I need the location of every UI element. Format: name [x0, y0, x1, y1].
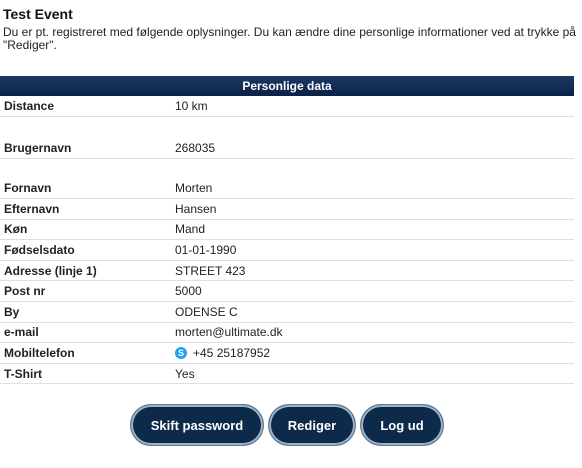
- action-buttons: Skift password Rediger Log ud: [0, 404, 574, 446]
- table-row: Brugernavn 268035: [0, 117, 574, 159]
- row-value: Mand: [175, 222, 206, 237]
- skype-icon[interactable]: S: [175, 346, 187, 359]
- row-label: Distance: [4, 99, 55, 113]
- row-label: Mobiltelefon: [4, 345, 75, 360]
- row-value: Morten: [175, 181, 213, 195]
- row-label: Fødselsdato: [4, 242, 75, 257]
- row-value: 10 km: [175, 99, 208, 113]
- table-row: e-mail morten@ultimate.dk: [0, 323, 574, 344]
- logout-button[interactable]: Log ud: [360, 404, 444, 446]
- personal-data-table: Personlige data Distance 10 km Brugernav…: [0, 76, 574, 385]
- row-value: 5000: [175, 284, 202, 299]
- table-row: Køn Mand: [0, 220, 574, 241]
- phone-number[interactable]: +45 25187952: [193, 346, 270, 360]
- table-row: Fødselsdato 01-01-1990: [0, 240, 574, 261]
- intro-text: Du er pt. registreret med følgende oplys…: [3, 25, 576, 52]
- row-label: T-Shirt: [4, 366, 42, 381]
- table-header: Personlige data: [0, 76, 574, 96]
- table-row: Post nr 5000: [0, 281, 574, 302]
- table-row: Mobiltelefon S +45 25187952: [0, 343, 574, 364]
- row-label: Post nr: [4, 284, 46, 299]
- row-label: Fornavn: [4, 181, 52, 195]
- table-row: Fornavn Morten: [0, 159, 574, 199]
- edit-button[interactable]: Rediger: [268, 404, 356, 446]
- table-row: By ODENSE C: [0, 302, 574, 323]
- page-title: Test Event: [3, 6, 73, 22]
- table-row: Adresse (linje 1) STREET 423: [0, 261, 574, 282]
- table-row: T-Shirt Yes: [0, 364, 574, 385]
- row-label: Efternavn: [4, 201, 60, 216]
- row-value: Yes: [175, 366, 195, 381]
- row-value: Hansen: [175, 201, 217, 216]
- change-password-button[interactable]: Skift password: [130, 404, 264, 446]
- row-value: 01-01-1990: [175, 242, 237, 257]
- row-value: 268035: [175, 141, 216, 155]
- table-row: Distance 10 km: [0, 96, 574, 117]
- row-value: STREET 423: [175, 263, 246, 278]
- row-value: morten@ultimate.dk: [175, 325, 283, 340]
- row-value: ODENSE C: [175, 304, 238, 319]
- table-row: Efternavn Hansen: [0, 199, 574, 220]
- page-header: Test Event Du er pt. registreret med føl…: [3, 5, 578, 52]
- phone-link[interactable]: S +45 25187952: [175, 346, 574, 360]
- row-label: e-mail: [4, 325, 39, 340]
- row-label: Køn: [4, 222, 28, 237]
- row-label: Brugernavn: [4, 141, 72, 155]
- row-label: Adresse (linje 1): [4, 263, 97, 278]
- row-label: By: [4, 304, 20, 319]
